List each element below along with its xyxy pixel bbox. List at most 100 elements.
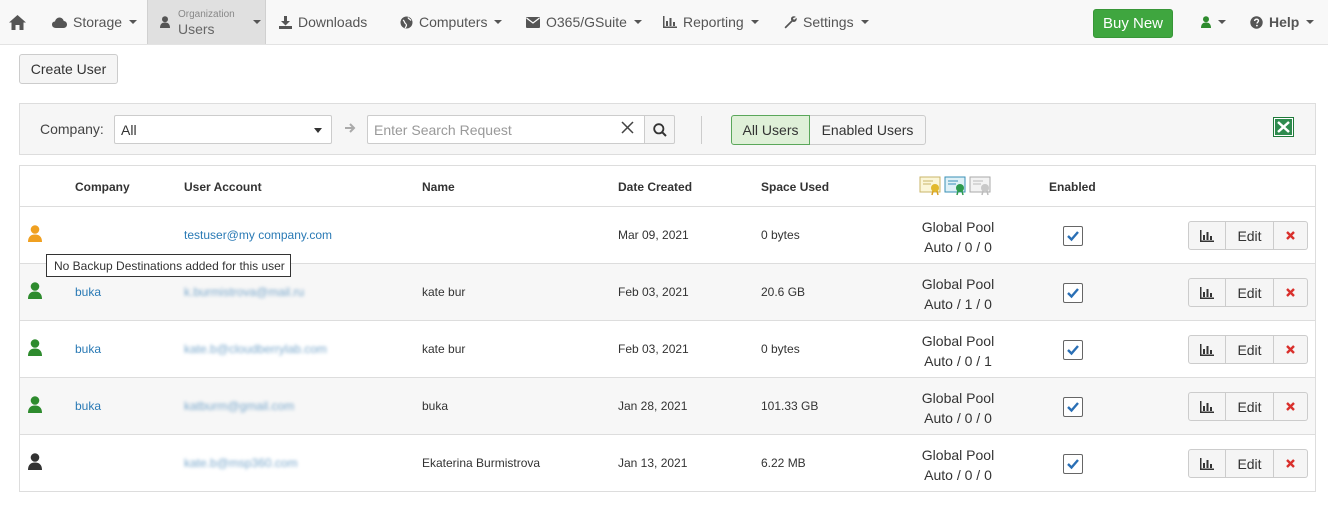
company-select[interactable]: All xyxy=(114,115,332,144)
table-row: buka kate.b@cloudberrylab.com kate bur F… xyxy=(20,321,1315,378)
user-inactive-icon xyxy=(28,453,42,470)
nav-help[interactable]: Help xyxy=(1250,0,1315,44)
nav-computers[interactable]: Computers xyxy=(400,0,503,44)
nav-o365-label: O365/GSuite xyxy=(546,14,627,30)
edit-button[interactable]: Edit xyxy=(1226,278,1274,307)
nav-computers-label: Computers xyxy=(419,14,488,30)
delete-button[interactable] xyxy=(1274,449,1308,478)
space-used: 20.6 GB xyxy=(761,285,806,299)
chevron-down-icon xyxy=(314,128,322,133)
close-icon xyxy=(1286,402,1295,411)
user-icon xyxy=(160,16,170,28)
user-account-link[interactable]: kate.b@cloudberrylab.com xyxy=(184,342,327,356)
close-icon xyxy=(1286,459,1295,468)
bar-chart-icon xyxy=(1200,286,1214,299)
edit-button[interactable]: Edit xyxy=(1226,392,1274,421)
row-actions: Edit xyxy=(1188,449,1308,478)
user-name: buka xyxy=(422,399,449,413)
create-user-button[interactable]: Create User xyxy=(19,54,118,84)
nav-o365-gsuite[interactable]: O365/GSuite xyxy=(526,0,642,44)
delete-button[interactable] xyxy=(1274,392,1308,421)
status-tooltip: No Backup Destinations added for this us… xyxy=(46,254,291,277)
date-created: Jan 13, 2021 xyxy=(618,456,688,470)
edit-button[interactable]: Edit xyxy=(1226,335,1274,364)
space-used: 101.33 GB xyxy=(761,399,819,413)
statistics-button[interactable] xyxy=(1188,221,1226,250)
company-link[interactable]: buka xyxy=(75,399,101,413)
user-icon xyxy=(1201,16,1211,28)
date-created: Jan 28, 2021 xyxy=(618,399,688,413)
search-input[interactable] xyxy=(367,115,645,144)
home-link[interactable] xyxy=(9,0,32,44)
edit-button[interactable]: Edit xyxy=(1226,449,1274,478)
delete-button[interactable] xyxy=(1274,335,1308,364)
checkmark-icon xyxy=(1067,459,1079,470)
nav-downloads-label: Downloads xyxy=(298,14,368,30)
company-link[interactable]: buka xyxy=(75,285,101,299)
user-account-link[interactable]: testuser@my company.com xyxy=(184,228,332,242)
nav-organization-users[interactable]: Organization Users xyxy=(147,0,266,44)
statistics-button[interactable] xyxy=(1188,278,1226,307)
users-table: Company User Account Name Date Created S… xyxy=(19,165,1316,492)
question-circle-icon xyxy=(1250,15,1263,29)
delete-button[interactable] xyxy=(1274,221,1308,250)
close-icon xyxy=(1286,231,1295,240)
header-space-used[interactable]: Space Used xyxy=(761,180,829,194)
checkmark-icon xyxy=(1067,345,1079,356)
divider xyxy=(701,116,702,144)
user-account-link[interactable]: katburm@gmail.com xyxy=(184,399,294,413)
user-account-link[interactable]: kate.b@msp360.com xyxy=(184,456,298,470)
company-select-value: All xyxy=(121,121,137,138)
enabled-checkbox[interactable] xyxy=(1063,340,1083,360)
statistics-button[interactable] xyxy=(1188,335,1226,364)
header-date-created[interactable]: Date Created xyxy=(618,180,692,194)
edit-button[interactable]: Edit xyxy=(1226,221,1274,250)
company-link[interactable]: buka xyxy=(75,342,101,356)
user-name: kate bur xyxy=(422,342,466,356)
header-name[interactable]: Name xyxy=(422,180,455,194)
buy-new-button[interactable]: Buy New xyxy=(1093,9,1173,38)
header-enabled[interactable]: Enabled xyxy=(1049,180,1096,194)
enabled-checkbox[interactable] xyxy=(1063,226,1083,246)
nav-downloads[interactable]: Downloads xyxy=(279,0,367,44)
clear-search-icon[interactable] xyxy=(621,121,634,134)
checkmark-icon xyxy=(1067,288,1079,299)
storage-pool: Global Pool Auto / 0 / 0 xyxy=(908,388,1008,428)
account-menu[interactable] xyxy=(1201,0,1226,44)
enabled-checkbox[interactable] xyxy=(1063,283,1083,303)
nav-settings[interactable]: Settings xyxy=(784,0,869,44)
nav-reporting[interactable]: Reporting xyxy=(663,0,759,44)
nav-help-label: Help xyxy=(1269,14,1300,30)
enabled-checkbox[interactable] xyxy=(1063,454,1083,474)
enabled-users-toggle[interactable]: Enabled Users xyxy=(810,115,926,145)
statistics-button[interactable] xyxy=(1188,392,1226,421)
download-icon xyxy=(279,15,292,29)
statistics-button[interactable] xyxy=(1188,449,1226,478)
bar-chart-icon xyxy=(1200,457,1214,470)
certificate-active-icon xyxy=(944,176,966,196)
pool-name: Global Pool xyxy=(921,333,995,349)
pool-name: Global Pool xyxy=(921,390,995,406)
header-destination-icons xyxy=(919,176,991,196)
cloud-icon xyxy=(52,17,67,28)
company-label: Company: xyxy=(40,121,104,137)
space-used: 0 bytes xyxy=(761,342,800,356)
header-company[interactable]: Company xyxy=(75,180,130,194)
chevron-down-icon xyxy=(494,20,503,24)
search-button[interactable] xyxy=(644,115,675,144)
delete-button[interactable] xyxy=(1274,278,1308,307)
storage-pool: Global Pool Auto / 0 / 0 xyxy=(908,217,1008,257)
chevron-down-icon xyxy=(860,20,869,24)
pool-quota: Auto / 0 / 0 xyxy=(924,239,992,255)
nav-settings-label: Settings xyxy=(803,14,854,30)
nav-storage[interactable]: Storage xyxy=(52,0,138,44)
user-account-link[interactable]: k.burmistrova@mail.ru xyxy=(184,285,304,299)
table-row: buka katburm@gmail.com buka Jan 28, 2021… xyxy=(20,378,1315,435)
excel-export-icon[interactable] xyxy=(1273,117,1294,137)
enabled-checkbox[interactable] xyxy=(1063,397,1083,417)
top-navbar: Storage Organization Users Downloads Comp… xyxy=(0,0,1328,45)
header-user-account[interactable]: User Account xyxy=(184,180,262,194)
chevron-down-icon xyxy=(252,20,261,24)
storage-pool: Global Pool Auto / 1 / 0 xyxy=(908,274,1008,314)
all-users-toggle[interactable]: All Users xyxy=(731,115,810,145)
